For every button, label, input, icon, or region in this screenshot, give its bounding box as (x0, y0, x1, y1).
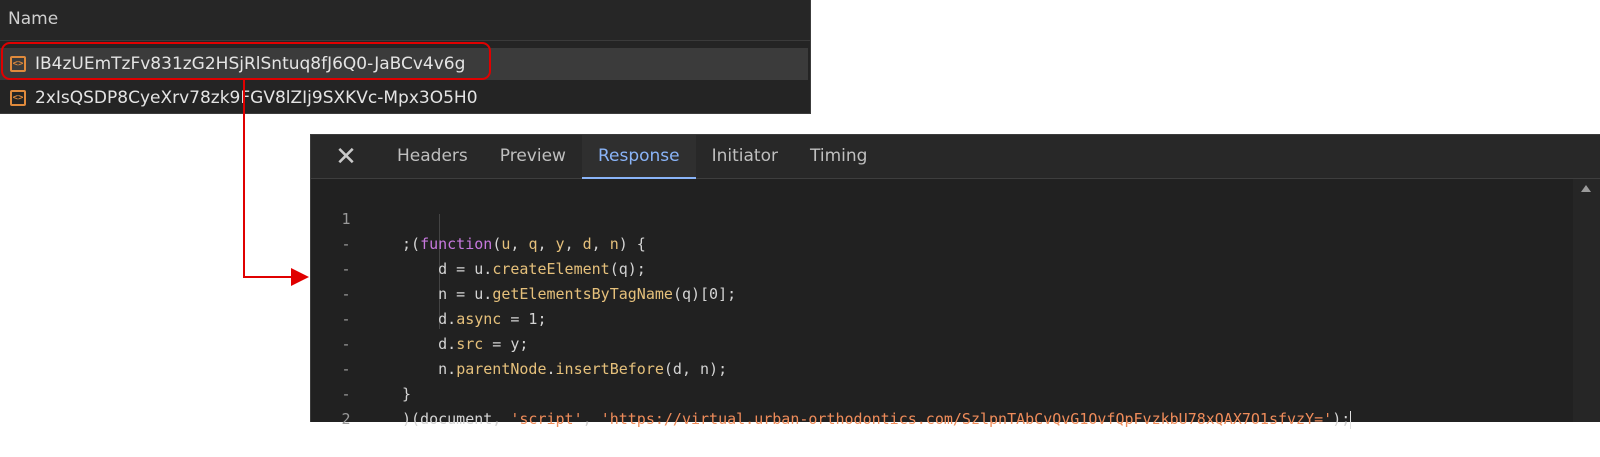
code-text: d.src = y; (402, 335, 529, 353)
code-line: - } (311, 332, 411, 403)
code-text: n.parentNode.insertBefore(d, n); (402, 360, 728, 378)
script-file-icon: <> (10, 90, 26, 106)
close-icon[interactable]: ✕ (311, 135, 381, 178)
code-line: 2 (311, 382, 365, 428)
tab-headers[interactable]: Headers (381, 135, 484, 179)
code-line: - d.async = 1; (311, 257, 546, 328)
code-line: - n.parentNode.insertBefore(d, n); (311, 307, 727, 378)
code-text: d.async = 1; (402, 310, 547, 328)
highlight-box (1, 42, 491, 80)
code-text: d = u.createElement(q); (402, 260, 646, 278)
script-url: https://virtual.urban-orthodontics.com/S… (609, 410, 1324, 428)
code-line: - )(document, 'script', 'https://virtual… (311, 357, 1352, 429)
code-line: 1 ;(function(u, q, y, d, n) { (311, 182, 645, 253)
response-code-viewer[interactable]: 1 ;(function(u, q, y, d, n) { - d = u.cr… (311, 179, 1600, 429)
code-text: ;(function(u, q, y, d, n) { (402, 235, 646, 253)
tab-initiator[interactable]: Initiator (696, 135, 794, 179)
code-text: )(document, 'script', 'https://virtual.u… (402, 410, 1352, 429)
annotation-arrow-line (243, 276, 293, 278)
code-line: - d = u.createElement(q); (311, 207, 645, 278)
code-text: n = u.getElementsByTagName(q)[0]; (402, 285, 737, 303)
tab-response[interactable]: Response (581, 135, 696, 179)
line-number: 2 (341, 410, 351, 428)
vertical-scrollbar[interactable] (1573, 179, 1600, 422)
request-name: 2xIsQSDP8CyeXrv78zk9FGV8lZIj9SXKVc-Mpx3O… (35, 88, 478, 108)
request-row[interactable]: <> 2xIsQSDP8CyeXrv78zk9FGV8lZIj9SXKVc-Mp… (0, 82, 808, 114)
name-column-header[interactable]: Name (0, 0, 810, 41)
tab-timing[interactable]: Timing (794, 135, 883, 179)
request-detail-panel: ✕ Headers Preview Response Initiator Tim… (310, 134, 1600, 429)
annotation-arrow-line (243, 80, 245, 278)
code-line: - n = u.getElementsByTagName(q)[0]; (311, 232, 736, 303)
detail-tab-bar: ✕ Headers Preview Response Initiator Tim… (311, 135, 1600, 179)
tab-preview[interactable]: Preview (484, 135, 582, 179)
scroll-up-arrow-icon[interactable] (1581, 185, 1591, 192)
annotation-arrow-head (291, 268, 309, 286)
code-text: } (402, 385, 412, 403)
code-line: - d.src = y; (311, 282, 528, 353)
text-cursor (1350, 410, 1352, 429)
